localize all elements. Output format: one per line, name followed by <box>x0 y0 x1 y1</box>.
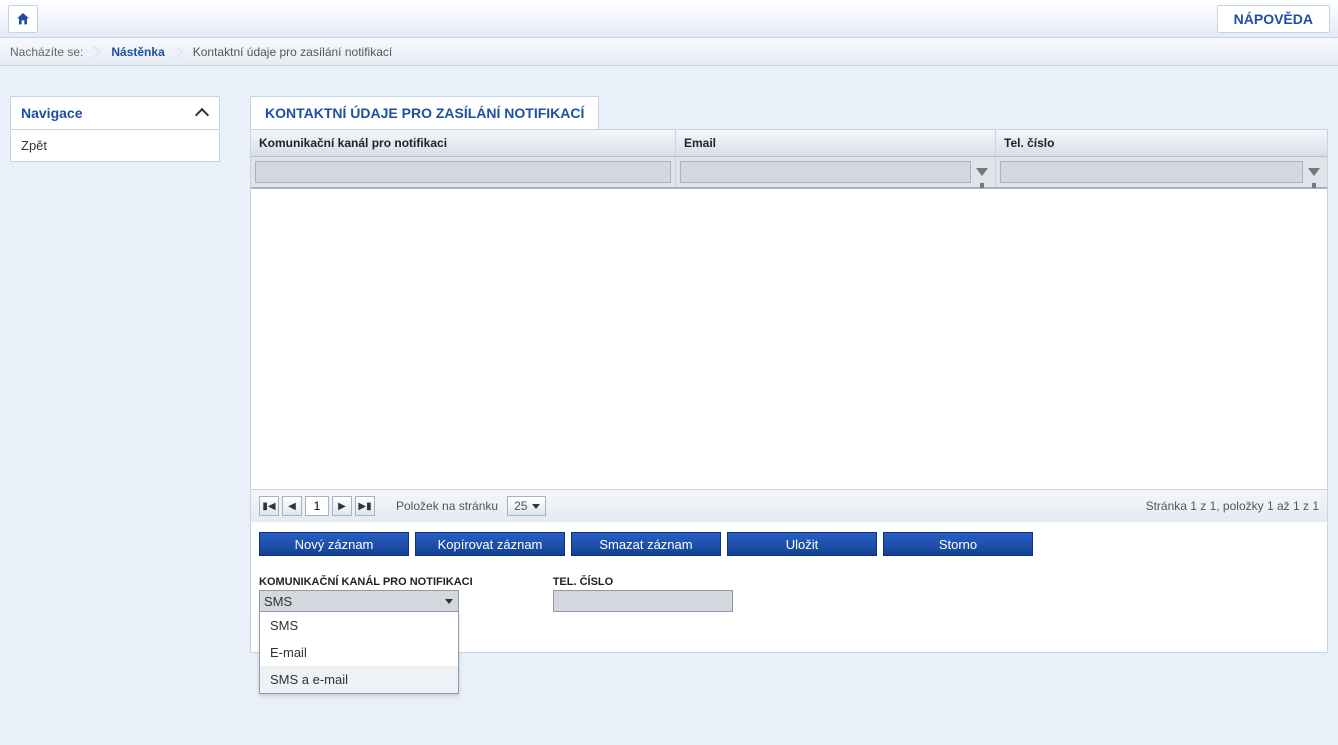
cancel-button[interactable]: Storno <box>883 532 1033 556</box>
filter-input-tel[interactable] <box>1000 161 1303 183</box>
filter-cell-tel <box>996 157 1327 187</box>
grid-column-channel[interactable]: Komunikační kanál pro notifikaci <box>251 130 676 156</box>
grid-filter-row <box>251 157 1327 189</box>
pager-page-input[interactable] <box>305 496 329 516</box>
breadcrumb-item-nastenka[interactable]: Nástěnka <box>111 45 164 59</box>
grid-column-email[interactable]: Email <box>676 130 996 156</box>
per-page-select[interactable]: 25 <box>507 496 546 516</box>
new-record-button[interactable]: Nový záznam <box>259 532 409 556</box>
grid-header: Komunikační kanál pro notifikaci Email T… <box>251 130 1327 157</box>
help-button[interactable]: NÁPOVĚDA <box>1217 5 1330 33</box>
channel-select[interactable]: SMS <box>259 590 459 612</box>
breadcrumb-separator <box>93 46 101 58</box>
grid-footer: ▮◀ ◀ ▶ ▶▮ Položek na stránku 25 Stránka … <box>251 489 1327 522</box>
channel-label: KOMUNIKAČNÍ KANÁL PRO NOTIFIKACI <box>259 576 473 588</box>
sidebar: Navigace Zpět <box>10 96 220 162</box>
funnel-icon <box>1308 168 1320 176</box>
channel-option-sms[interactable]: SMS <box>260 612 458 639</box>
main-wrap: Navigace Zpět KONTAKTNÍ ÚDAJE PRO ZASÍLÁ… <box>0 66 1338 663</box>
pager-status: Stránka 1 z 1, položky 1 až 1 z 1 <box>1146 499 1319 513</box>
pager: ▮◀ ◀ ▶ ▶▮ Položek na stránku 25 <box>259 496 546 516</box>
sidebar-item-back[interactable]: Zpět <box>11 130 219 161</box>
panel-title: KONTAKTNÍ ÚDAJE PRO ZASÍLÁNÍ NOTIFIKACÍ <box>250 96 599 129</box>
breadcrumb-separator <box>175 46 183 58</box>
filter-cell-email <box>676 157 996 187</box>
pager-last-button[interactable]: ▶▮ <box>355 496 375 516</box>
breadcrumb: Nacházíte se: Nástěnka Kontaktní údaje p… <box>0 38 1338 66</box>
save-button[interactable]: Uložit <box>727 532 877 556</box>
sidebar-title: Navigace <box>21 105 82 121</box>
content: KONTAKTNÍ ÚDAJE PRO ZASÍLÁNÍ NOTIFIKACÍ … <box>250 96 1328 653</box>
breadcrumb-current: Kontaktní údaje pro zasílání notifikací <box>193 45 392 59</box>
chevron-up-icon <box>197 107 209 119</box>
form-area: KOMUNIKAČNÍ KANÁL PRO NOTIFIKACI SMS SMS… <box>251 562 1327 652</box>
per-page-label: Položek na stránku <box>396 499 498 513</box>
home-icon <box>15 11 31 27</box>
channel-select-wrap: SMS SMS E-mail SMS a e-mail <box>259 590 459 612</box>
tel-label: TEL. ČÍSLO <box>553 576 733 588</box>
filter-icon[interactable] <box>1305 163 1323 181</box>
topbar: NÁPOVĚDA <box>0 0 1338 38</box>
copy-record-button[interactable]: Kopírovat záznam <box>415 532 565 556</box>
tel-input[interactable] <box>553 590 733 612</box>
filter-input-channel[interactable] <box>255 161 671 183</box>
home-button[interactable] <box>8 5 38 33</box>
form-group-channel: KOMUNIKAČNÍ KANÁL PRO NOTIFIKACI SMS SMS… <box>259 576 473 612</box>
funnel-icon <box>976 168 988 176</box>
pager-next-button[interactable]: ▶ <box>332 496 352 516</box>
breadcrumb-label: Nacházíte se: <box>10 45 83 59</box>
form-group-tel: TEL. ČÍSLO <box>553 576 733 612</box>
filter-cell-channel <box>251 157 676 187</box>
pager-prev-button[interactable]: ◀ <box>282 496 302 516</box>
filter-input-email[interactable] <box>680 161 971 183</box>
panel: Komunikační kanál pro notifikaci Email T… <box>250 129 1328 653</box>
channel-option-sms-email[interactable]: SMS a e-mail <box>260 666 458 693</box>
channel-option-email[interactable]: E-mail <box>260 639 458 666</box>
delete-record-button[interactable]: Smazat záznam <box>571 532 721 556</box>
filter-icon[interactable] <box>973 163 991 181</box>
pager-first-button[interactable]: ▮◀ <box>259 496 279 516</box>
grid-body <box>251 189 1327 489</box>
channel-dropdown: SMS E-mail SMS a e-mail <box>259 612 459 694</box>
grid-column-tel[interactable]: Tel. číslo <box>996 130 1327 156</box>
action-bar: Nový záznam Kopírovat záznam Smazat zázn… <box>251 522 1327 562</box>
sidebar-header[interactable]: Navigace <box>11 97 219 130</box>
